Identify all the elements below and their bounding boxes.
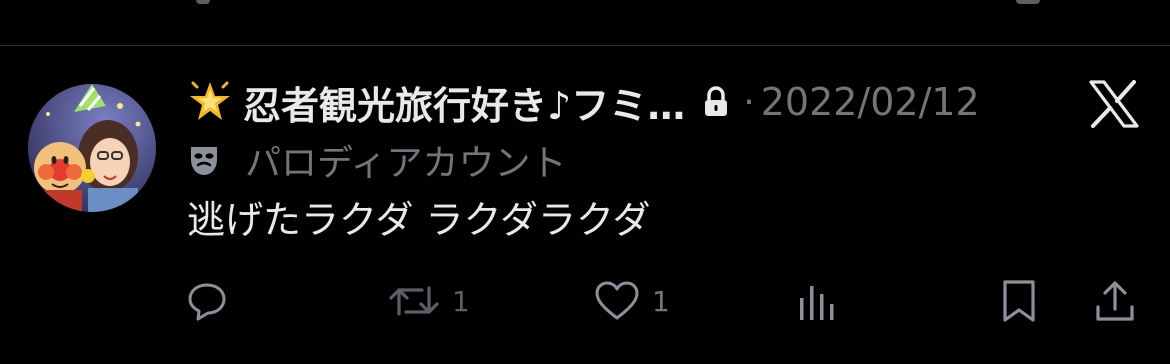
previous-tweet-icon-fragment bbox=[196, 0, 210, 4]
bookmark-button[interactable] bbox=[1000, 278, 1038, 324]
glowing-star-icon bbox=[190, 81, 230, 120]
previous-tweet-icon-fragment bbox=[1016, 0, 1040, 4]
retweet-button[interactable]: 1 bbox=[388, 278, 470, 324]
x-logo-icon[interactable] bbox=[1088, 80, 1140, 128]
retweet-count: 1 bbox=[452, 284, 470, 318]
tweet-date[interactable]: 2022/02/12 bbox=[761, 80, 980, 124]
tweet-text: 逃げたラクダ ラクダラクダ bbox=[187, 198, 651, 242]
like-count: 1 bbox=[652, 284, 670, 318]
like-button[interactable]: 1 bbox=[594, 278, 670, 324]
share-button[interactable] bbox=[1094, 278, 1136, 324]
separator-dot: · bbox=[743, 81, 755, 123]
display-name[interactable]: 忍者観光旅行好き♪フミ… bbox=[243, 75, 685, 130]
bookmark-icon bbox=[1003, 280, 1035, 322]
views-button[interactable] bbox=[798, 278, 838, 324]
speech-bubble-icon bbox=[188, 283, 226, 321]
theater-mask-icon bbox=[191, 147, 217, 175]
tweet-divider bbox=[0, 45, 1170, 46]
parody-account-label: パロディアカウント bbox=[245, 143, 567, 184]
retweet-arrows-icon bbox=[389, 286, 439, 316]
heart-icon bbox=[595, 281, 639, 320]
bar-chart-icon bbox=[800, 286, 834, 320]
lock-icon bbox=[705, 86, 728, 116]
avatar[interactable] bbox=[28, 84, 156, 212]
previous-tweet-remnant bbox=[0, 0, 1170, 46]
share-upload-icon bbox=[1096, 281, 1134, 321]
parody-label-row: パロディアカウント bbox=[187, 134, 566, 186]
reply-button[interactable] bbox=[186, 278, 228, 324]
tweet-header: 忍者観光旅行好き♪フミ… · 2022/02/12 bbox=[187, 76, 980, 128]
